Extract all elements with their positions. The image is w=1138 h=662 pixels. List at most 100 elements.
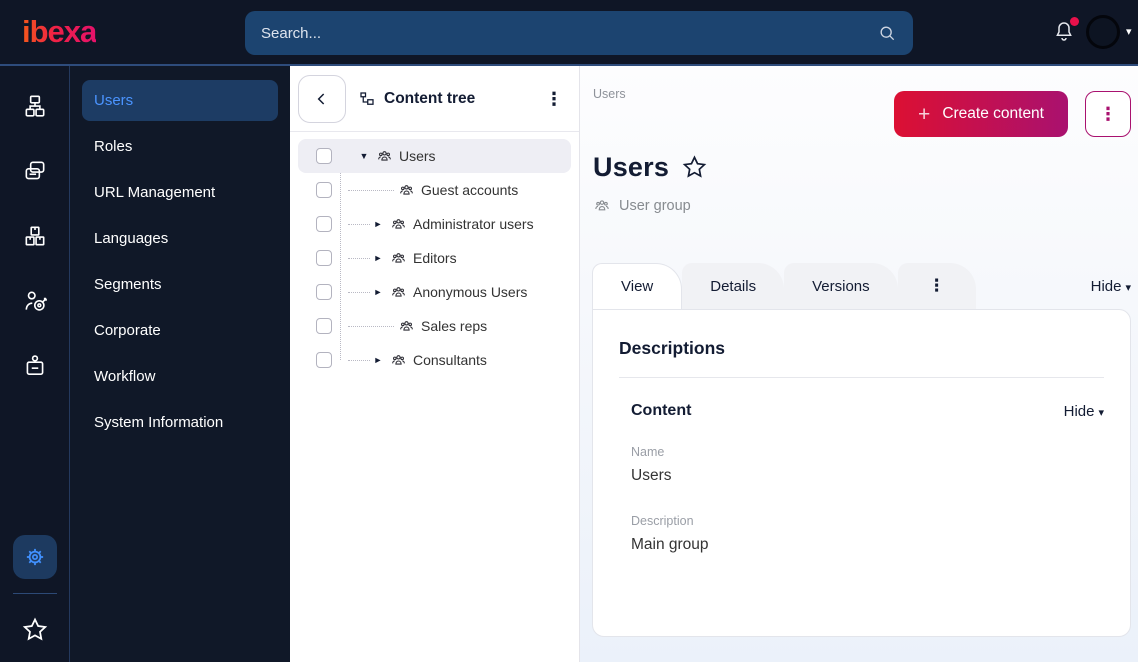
collapse-caret-icon[interactable]: ▼ [356,151,372,161]
user-group-icon [595,200,609,211]
sidebar-item-workflow[interactable]: Workflow [82,356,278,397]
hide-label: Hide [1090,277,1122,295]
pages-icon[interactable] [13,149,57,193]
checkbox[interactable] [316,250,332,266]
tree-item-label: Guest accounts [421,182,519,198]
user-group-icon [400,184,413,195]
tree-item-label: Sales reps [421,318,488,334]
checkbox[interactable] [316,148,332,164]
collapse-tree-button[interactable] [298,74,346,123]
breadcrumb[interactable]: Users [593,87,626,101]
section-sidebar: Users Roles URL Management Languages Seg… [70,66,290,662]
view-panel: Descriptions Content Hide ▾ Name Users D… [592,309,1131,637]
checkbox[interactable] [316,182,332,198]
sidebar-item-roles[interactable]: Roles [82,126,278,167]
expand-caret-icon[interactable]: ► [370,287,386,297]
hide-caret-icon: ▾ [1125,281,1131,294]
page-title: Users [593,152,670,182]
tree-item-guest-accounts[interactable]: Guest accounts [298,173,571,207]
global-search [245,11,913,55]
field-label: Description [631,514,694,528]
notification-badge [1070,17,1079,26]
tree-item-label: Anonymous Users [413,284,528,300]
field-name: Name Users [631,445,1104,485]
tree-item-users[interactable]: ▼ Users [298,139,571,173]
field-value: Main group [631,536,709,553]
field-label: Name [631,445,665,459]
content-section-title: Content [631,402,692,419]
tree-item-editors[interactable]: ► Editors [298,241,571,275]
sidebar-item-segments[interactable]: Segments [82,264,278,305]
search-input[interactable] [261,24,877,42]
bookmarks-star-icon[interactable] [13,608,57,652]
tree-item-label: Editors [413,250,457,266]
tree-item-administrator-users[interactable]: ► Administrator users [298,207,571,241]
content-structure-icon[interactable] [13,84,57,128]
tree-connector [348,189,394,191]
tab-view[interactable]: View [592,263,683,309]
content-tree-title: Content tree [384,89,476,107]
plus-icon: + [918,102,931,126]
expand-caret-icon[interactable]: ► [370,219,386,229]
tab-more-kebab-icon[interactable]: ⋮ [897,263,976,309]
app-window: ibexa ▾ [0,0,1138,662]
icon-rail [0,66,70,662]
search-icon[interactable] [877,23,897,43]
tree-item-sales-reps[interactable]: Sales reps [298,309,571,343]
settings-gear-icon[interactable] [12,535,57,579]
tab-details[interactable]: Details [682,263,785,309]
content-tree-icon [360,91,374,105]
divider [619,377,1104,378]
tree-item-label: Users [399,148,436,164]
checkbox[interactable] [316,318,332,334]
bookmark-star-icon[interactable] [681,154,708,181]
content-tree-list: ▼ Users Guest accounts ► Administrator u… [290,132,579,384]
tree-connector [348,257,370,259]
descriptions-heading: Descriptions [619,338,725,358]
user-group-icon [392,354,405,365]
checkbox[interactable] [316,284,332,300]
tree-item-label: Consultants [413,352,487,368]
expand-caret-icon[interactable]: ► [370,253,386,263]
user-menu-caret-icon[interactable]: ▾ [1126,25,1132,38]
commerce-boxes-icon[interactable] [13,214,57,258]
create-content-button[interactable]: + Create content [894,91,1068,137]
checkbox[interactable] [316,216,332,232]
tree-item-consultants[interactable]: ► Consultants [298,343,571,377]
admin-badge-icon[interactable] [13,344,57,388]
tree-connector [348,359,370,361]
tree-connector [348,325,394,327]
personalization-icon[interactable] [13,279,57,323]
tree-item-anonymous-users[interactable]: ► Anonymous Users [298,275,571,309]
sidebar-item-languages[interactable]: Languages [82,218,278,259]
tree-options-kebab-icon[interactable]: ⋮ [545,90,563,108]
expand-caret-icon[interactable]: ► [370,355,386,365]
tab-versions[interactable]: Versions [784,263,898,309]
main-content: Users + Create content ⋮ Users User grou… [580,66,1138,662]
content-hide-toggle[interactable]: Hide ▾ [1064,403,1104,420]
user-avatar[interactable] [1086,15,1120,49]
checkbox[interactable] [316,352,332,368]
user-group-icon [392,252,405,263]
user-group-icon [378,150,391,161]
tabs-bar: View Details Versions ⋮ Hide ▾ [592,263,1131,309]
tree-connector [348,223,370,225]
page-options-kebab-button[interactable]: ⋮ [1085,91,1131,137]
ibexa-logo[interactable]: ibexa [22,14,97,50]
sidebar-item-users[interactable]: Users [82,80,278,121]
user-group-icon [392,218,405,229]
notifications-bell-icon[interactable] [1052,17,1080,47]
create-content-label: Create content [942,105,1044,122]
sidebar-item-system-information[interactable]: System Information [82,402,278,443]
hide-toggle[interactable]: Hide ▾ [1091,278,1131,295]
rail-divider [12,593,57,594]
sidebar-item-url-management[interactable]: URL Management [82,172,278,213]
sidebar-item-corporate[interactable]: Corporate [82,310,278,351]
tree-connector [348,291,370,293]
user-group-icon [392,286,405,297]
chevron-left-icon [317,92,325,105]
hide-label: Hide [1063,402,1095,420]
field-value: Users [631,467,672,484]
tree-item-label: Administrator users [413,216,534,232]
top-bar: ibexa ▾ [0,0,1138,66]
